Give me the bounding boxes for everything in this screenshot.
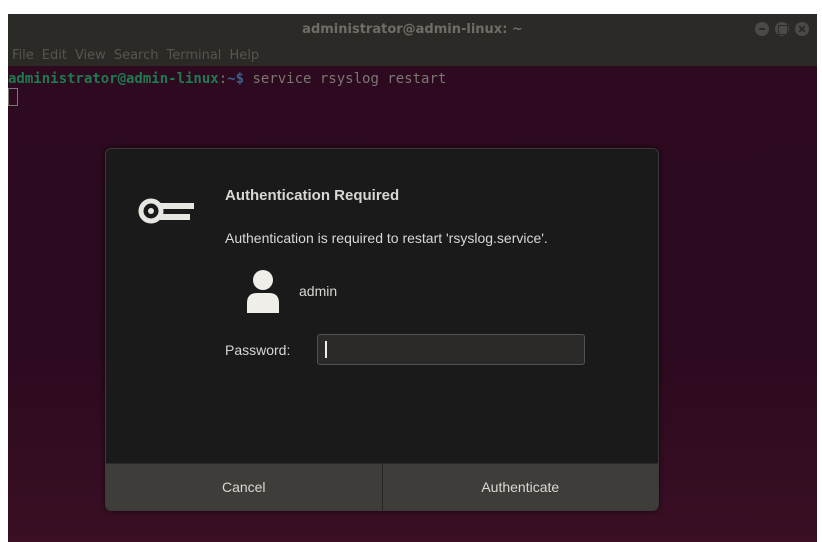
dialog-message: Authentication is required to restart 'r… (225, 230, 548, 246)
menu-file[interactable]: File (12, 48, 34, 63)
password-input[interactable] (317, 334, 585, 365)
menu-bar: File Edit View Search Terminal Help (8, 44, 817, 66)
menu-help[interactable]: Help (229, 48, 259, 63)
window-title: administrator@admin-linux: ~ (302, 21, 523, 37)
menu-terminal[interactable]: Terminal (166, 48, 221, 63)
close-button[interactable] (795, 22, 809, 36)
prompt-line: administrator@admin-linux:~$ service rsy… (8, 70, 817, 88)
menu-edit[interactable]: Edit (42, 48, 67, 63)
dialog-buttons: Cancel Authenticate (106, 463, 658, 510)
terminal-cursor (8, 88, 18, 106)
menu-view[interactable]: View (75, 48, 106, 63)
text-caret (325, 341, 327, 358)
window-controls (755, 22, 809, 36)
dialog-title: Authentication Required (225, 187, 400, 204)
cancel-button[interactable]: Cancel (106, 464, 383, 510)
prompt-colon: : (218, 71, 228, 87)
key-icon (138, 198, 194, 224)
maximize-button[interactable] (775, 22, 789, 36)
password-label: Password: (225, 342, 291, 358)
user-name: admin (299, 283, 338, 299)
user-icon (247, 270, 279, 313)
prompt-command: service rsyslog restart (244, 71, 447, 87)
minimize-button[interactable] (755, 22, 769, 36)
auth-dialog: Authentication Required Authentication i… (105, 148, 659, 511)
title-bar[interactable]: administrator@admin-linux: ~ (8, 14, 817, 44)
menu-search[interactable]: Search (114, 48, 159, 63)
prompt-user: administrator@admin-linux (8, 71, 219, 87)
prompt-path: ~$ (227, 71, 245, 87)
authenticate-button[interactable]: Authenticate (382, 464, 658, 510)
